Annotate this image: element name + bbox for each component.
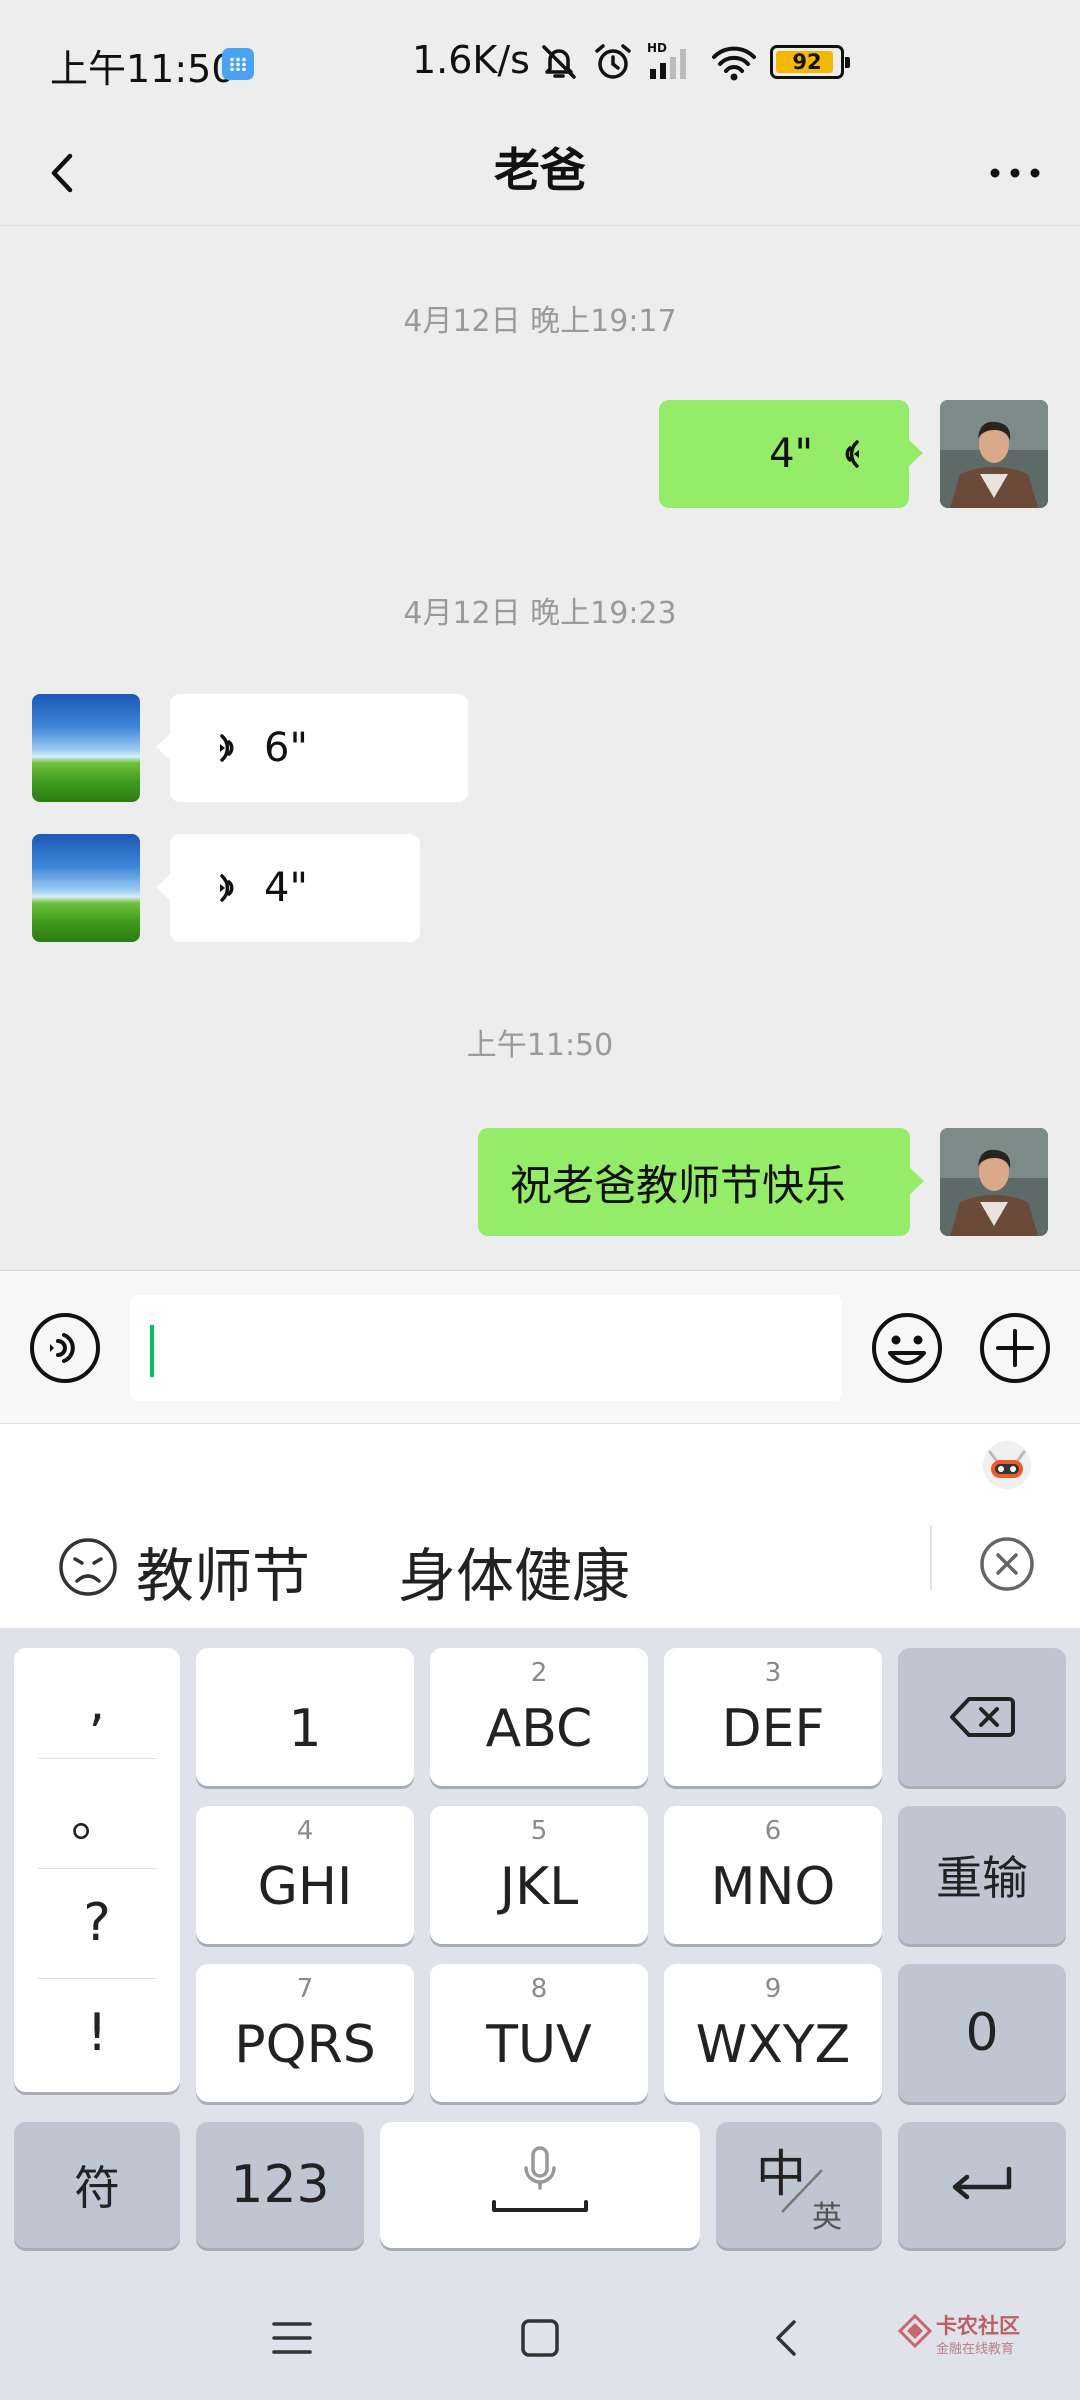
chat-title: 老爸 <box>494 143 586 197</box>
candidate-1[interactable]: 教师节 <box>136 1529 310 1613</box>
backspace-key[interactable] <box>898 1648 1066 1786</box>
message-input[interactable] <box>130 1295 842 1401</box>
voice-wave-icon <box>220 874 234 902</box>
punct-key[interactable]: ? <box>14 1868 180 1978</box>
battery-level: 92 <box>792 50 822 74</box>
key-3[interactable]: 3 DEF <box>664 1648 882 1786</box>
more-options-button[interactable] <box>980 138 1050 208</box>
menu-icon[interactable] <box>262 2308 322 2368</box>
input-bar <box>0 1270 1080 1424</box>
punct-key[interactable]: ! <box>14 1978 180 2088</box>
text-caret <box>150 1325 154 1377</box>
text-message-sent[interactable]: 祝老爸教师节快乐 <box>478 1128 924 1236</box>
mute-icon <box>542 45 576 79</box>
voice-duration: 6" <box>264 725 308 771</box>
candidate-row: 教师节 身体健康 <box>0 1519 1080 1610</box>
wifi-icon <box>712 46 756 81</box>
sad-face-icon[interactable] <box>58 1537 118 1597</box>
key-6[interactable]: 6 MNO <box>664 1806 882 1944</box>
key-8[interactable]: 8 TUV <box>430 1964 648 2102</box>
voice-message-received[interactable]: 4" <box>156 834 420 942</box>
back-button[interactable] <box>30 138 100 208</box>
battery-icon: 92 <box>770 45 850 79</box>
chat-messages[interactable]: 4月12日 晚上19:17 4" 4月12日 晚上19:23 6" 4" 上午1… <box>0 226 1080 1270</box>
candidate-2[interactable]: 身体健康 <box>398 1529 630 1613</box>
contact-avatar[interactable] <box>32 834 140 942</box>
signal-icon: HD <box>647 41 686 79</box>
watermark-title: 卡农社区 <box>936 2314 1020 2338</box>
watermark-logo-icon <box>898 2314 932 2348</box>
lang-sub: 英 <box>812 2200 842 2235</box>
system-nav-bar: 卡农社区 金融在线教育 <box>0 2270 1080 2400</box>
symbols-key[interactable]: 符 <box>14 2122 180 2248</box>
voice-message-received[interactable]: 6" <box>156 694 468 802</box>
punct-key[interactable]: 。 <box>14 1758 180 1868</box>
punct-key[interactable]: , <box>14 1648 180 1758</box>
status-time: 上午11:50 <box>50 47 236 91</box>
home-icon[interactable] <box>510 2308 570 2368</box>
more-functions-button[interactable] <box>978 1311 1052 1385</box>
emoji-button[interactable] <box>870 1311 944 1385</box>
keyboard-app-icon <box>222 48 254 80</box>
message-text: 祝老爸教师节快乐 <box>510 1160 847 1210</box>
watermark: 卡农社区 金融在线教育 <box>898 2310 1048 2362</box>
key-5[interactable]: 5 JKL <box>430 1806 648 1944</box>
ime-candidate-area: 教师节 身体健康 <box>0 1424 1080 1628</box>
voice-input-button[interactable] <box>28 1311 102 1385</box>
key-7[interactable]: 7 PQRS <box>196 1964 414 2102</box>
message-timestamp: 4月12日 晚上19:23 <box>403 596 677 631</box>
voice-wave-icon <box>220 734 234 762</box>
numbers-key[interactable]: 123 <box>196 2122 364 2248</box>
close-candidates-button[interactable] <box>978 1535 1036 1593</box>
reenter-key[interactable]: 重输 <box>898 1806 1066 1944</box>
message-timestamp: 上午11:50 <box>466 1028 614 1063</box>
language-switch-key[interactable]: 中 英 <box>716 2122 882 2248</box>
voice-duration: 4" <box>264 865 308 911</box>
space-key[interactable] <box>380 2122 700 2248</box>
backspace-icon <box>950 1697 1015 1737</box>
message-timestamp: 4月12日 晚上19:17 <box>403 304 677 339</box>
my-avatar[interactable] <box>940 400 1048 508</box>
voice-wave-icon <box>845 440 859 468</box>
status-icons: HD 92 <box>538 40 850 84</box>
key-4[interactable]: 4 GHI <box>196 1806 414 1944</box>
contact-avatar[interactable] <box>32 694 140 802</box>
key-0[interactable]: 0 <box>898 1964 1066 2102</box>
back-nav-icon[interactable] <box>758 2308 818 2368</box>
key-9[interactable]: 9 WXYZ <box>664 1964 882 2102</box>
voice-duration: 4" <box>769 431 813 477</box>
key-2[interactable]: 2 ABC <box>430 1648 648 1786</box>
status-bar: 上午11:50 1.6K/s HD 92 <box>0 0 1080 120</box>
watermark-subtitle: 金融在线教育 <box>936 2342 1015 2357</box>
assistant-robot-icon[interactable] <box>980 1438 1034 1492</box>
key-1[interactable]: 1 <box>196 1648 414 1786</box>
alarm-icon <box>595 44 631 79</box>
svg-text:HD: HD <box>647 41 667 55</box>
my-avatar[interactable] <box>940 1128 1048 1236</box>
voice-message-sent[interactable]: 4" <box>659 400 923 508</box>
chat-header: 老爸 <box>0 120 1080 226</box>
enter-key[interactable] <box>898 2122 1066 2248</box>
network-speed: 1.6K/s <box>412 38 530 82</box>
enter-icon <box>952 2166 1012 2200</box>
candidate-divider <box>930 1525 932 1591</box>
punctuation-column[interactable]: , 。 ? ! <box>14 1648 180 2092</box>
microphone-icon <box>492 2146 588 2212</box>
